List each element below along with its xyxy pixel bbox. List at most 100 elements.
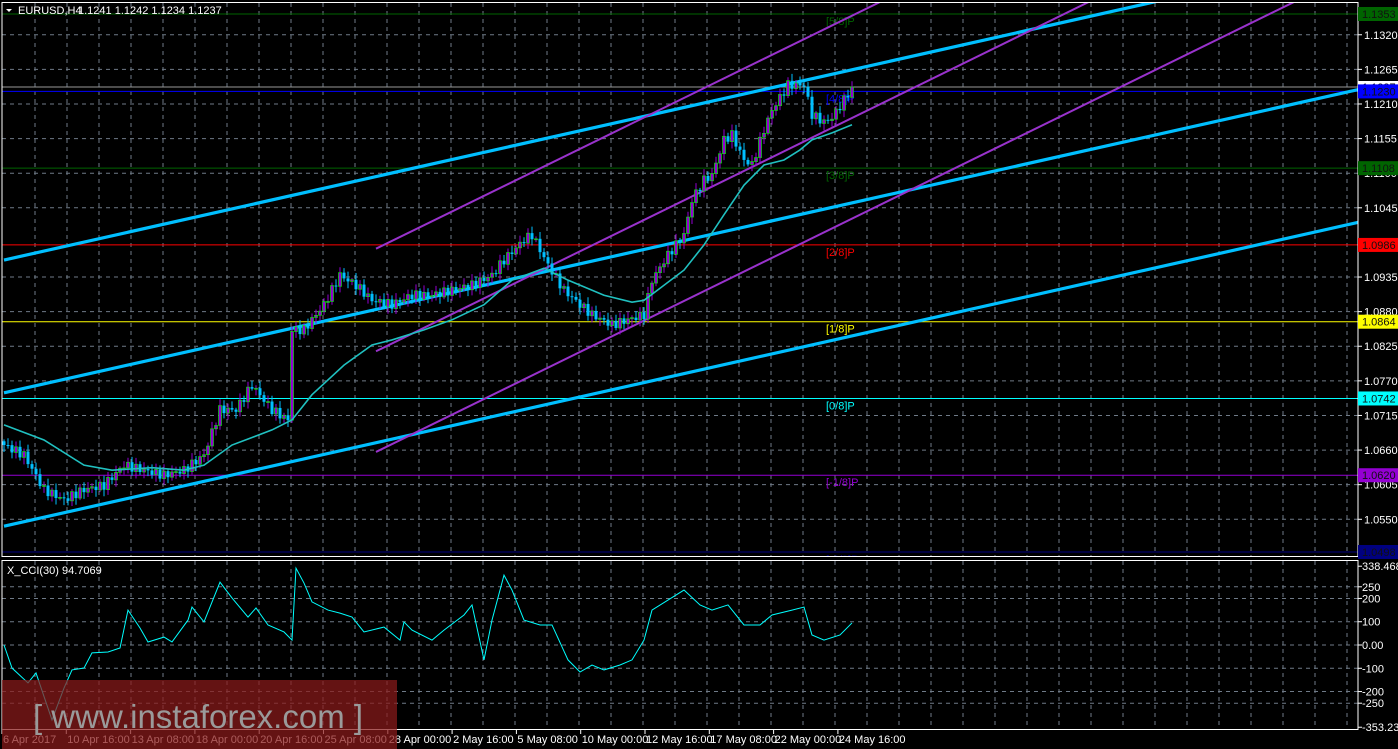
- candle-bull: [310, 317, 314, 329]
- candle-bull: [458, 288, 462, 292]
- candle-bull: [470, 280, 474, 291]
- candle-bull: [506, 252, 510, 265]
- candle-bull: [534, 238, 538, 241]
- cci-tick-label: -353.231: [1362, 722, 1398, 734]
- candle-bear: [278, 407, 282, 419]
- candle-bull: [590, 310, 594, 317]
- price-tick-label: 1.1320: [1364, 30, 1398, 42]
- candle-bear: [334, 285, 338, 287]
- candle-bear: [410, 294, 414, 300]
- candle-bull: [106, 477, 110, 491]
- trend-line[interactable]: [3, 220, 1364, 528]
- candle-bull: [774, 105, 778, 111]
- candle-bull: [450, 286, 454, 296]
- candle-bull: [226, 407, 230, 414]
- murrey-price-label: 1.0742: [1362, 393, 1396, 405]
- time-tick-label: 24 May 16:00: [839, 734, 906, 746]
- candle-bull: [218, 405, 222, 426]
- candle-bear: [10, 445, 14, 453]
- candle-bear: [454, 287, 458, 291]
- candle-bear: [678, 240, 682, 243]
- candle-bear: [270, 401, 274, 415]
- price-tick-label: 1.0770: [1364, 376, 1398, 388]
- candle-bull: [618, 318, 622, 329]
- candle-bear: [298, 326, 302, 335]
- candle-bear: [354, 279, 358, 290]
- murrey-price-label: 1.0986: [1362, 240, 1396, 252]
- candle-bull: [338, 272, 342, 287]
- cci-tick-label: 100: [1362, 617, 1380, 629]
- trading-chart[interactable]: [5/8]P[4/8]P[3/8]P[2/8]P[1/8]P[0/8]P[-1/…: [0, 0, 1398, 749]
- price-tick-label: 1.1210: [1364, 99, 1398, 111]
- candle-bear: [102, 482, 106, 490]
- ohlc-label: 1.1241 1.1242 1.1234 1.1237: [78, 5, 222, 17]
- grid: [2, 3, 1358, 729]
- candle-bull: [366, 293, 370, 297]
- candle-bear: [466, 285, 470, 290]
- candle-bull: [266, 401, 270, 403]
- candle-bull: [274, 407, 278, 415]
- candle-bull: [690, 202, 694, 218]
- candle-bear: [46, 485, 50, 497]
- candle-bear: [742, 149, 746, 160]
- candle-bear: [438, 291, 442, 297]
- candle-bear: [390, 299, 394, 309]
- candle-bear: [250, 387, 254, 389]
- price-tick-label: 1.1265: [1364, 64, 1398, 76]
- candle-bear: [38, 474, 42, 487]
- candle-bear: [782, 94, 786, 96]
- channel-line[interactable]: [375, 0, 1362, 453]
- candle-bull: [758, 136, 762, 158]
- candle-bear: [230, 408, 234, 410]
- candle-bull: [650, 282, 654, 294]
- candle-bear: [738, 146, 742, 150]
- candle-bear: [262, 395, 266, 402]
- candle-bear: [222, 405, 226, 414]
- candle-bear: [146, 469, 150, 471]
- candle-bear: [398, 299, 402, 303]
- candle-bear: [30, 464, 34, 469]
- candle-bear: [634, 317, 638, 320]
- candle-bear: [706, 175, 710, 181]
- chart-header: EURUSD,H4 1.1241 1.1242 1.1234 1.1237 X_…: [6, 5, 222, 577]
- candle-bear: [574, 296, 578, 300]
- candle-bull: [238, 399, 242, 413]
- candle-bull: [126, 461, 130, 469]
- candle-bear: [622, 318, 626, 324]
- candle-bull: [638, 311, 642, 321]
- candle-bull: [50, 489, 54, 497]
- price-tick-label: 1.0550: [1364, 514, 1398, 526]
- candle-bull: [830, 118, 834, 121]
- candle-bull: [114, 472, 118, 481]
- candle-bull: [786, 80, 790, 96]
- time-tick-label: 17 May 08:00: [710, 734, 777, 746]
- candle-bear: [374, 301, 378, 303]
- candle-bear: [370, 293, 374, 302]
- dropdown-triangle-icon[interactable]: [6, 9, 12, 12]
- candle-bull: [486, 276, 490, 282]
- candle-bear: [546, 257, 550, 264]
- candle-bull: [442, 287, 446, 298]
- time-tick-label: 10 May 00:00: [582, 734, 649, 746]
- candle-bull: [514, 247, 518, 255]
- candle-bull: [498, 260, 502, 274]
- candle-bull: [490, 272, 494, 278]
- trend-line[interactable]: [3, 0, 1364, 262]
- candle-bull: [190, 459, 194, 472]
- candle-bear: [570, 296, 574, 298]
- candle-bear: [418, 290, 422, 300]
- candle-bear: [94, 486, 98, 491]
- candle-bull: [162, 470, 166, 479]
- candle-bull: [330, 285, 334, 302]
- candle-bear: [66, 498, 70, 501]
- murrey-price-label: 1.0498: [1362, 547, 1396, 559]
- candle-bear: [166, 471, 170, 478]
- candle-bull: [718, 153, 722, 164]
- candle-bull: [626, 318, 630, 325]
- candle-bull: [658, 266, 662, 273]
- candle-bull: [394, 299, 398, 310]
- axes: 1.13201.12651.12101.11551.11001.10451.09…: [1, 7, 1398, 746]
- time-tick-label: 28 Apr 00:00: [389, 734, 451, 746]
- candle-bull: [730, 130, 734, 142]
- time-tick-label: 12 May 16:00: [646, 734, 713, 746]
